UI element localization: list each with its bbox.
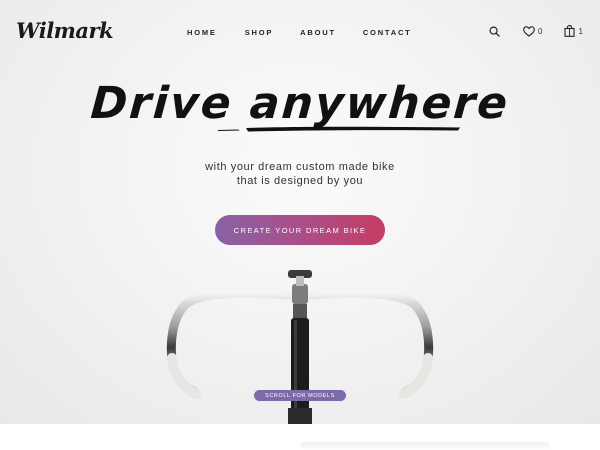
hero-subtitle-line-1: with your dream custom made bike: [205, 161, 395, 173]
nav-shop[interactable]: SHOP: [245, 28, 273, 37]
scroll-for-models-button[interactable]: SCROLL FOR MODELS: [254, 390, 346, 401]
create-dream-bike-button[interactable]: CREATE YOUR DREAM BIKE: [215, 215, 385, 245]
hero-subtitle-line-2: that is designed by you: [236, 175, 364, 187]
nav-contact[interactable]: CONTACT: [363, 28, 412, 37]
hero-subtitle: with your dream custom made bike that is…: [0, 160, 600, 188]
search-button[interactable]: [489, 26, 500, 37]
wishlist-count: 0: [538, 26, 543, 36]
header-icons: 0 1: [489, 25, 583, 37]
nav-home[interactable]: HOME: [187, 28, 217, 37]
main-nav: HOME SHOP ABOUT CONTACT: [187, 28, 412, 37]
cart-button[interactable]: 1: [564, 25, 583, 37]
section-shadow: [300, 442, 550, 450]
hero-headline: Drive anywhere: [89, 78, 511, 129]
shopping-bag-icon: [564, 25, 576, 37]
wishlist-button[interactable]: 0: [523, 25, 543, 37]
brush-underline: [218, 126, 460, 132]
heart-icon: [523, 25, 535, 37]
hero-section: Wilmark HOME SHOP ABOUT CONTACT 0 1 Driv…: [0, 0, 600, 424]
search-icon: [489, 26, 500, 37]
cart-count: 1: [578, 26, 583, 36]
logo[interactable]: Wilmark: [16, 18, 114, 43]
nav-about[interactable]: ABOUT: [300, 28, 336, 37]
